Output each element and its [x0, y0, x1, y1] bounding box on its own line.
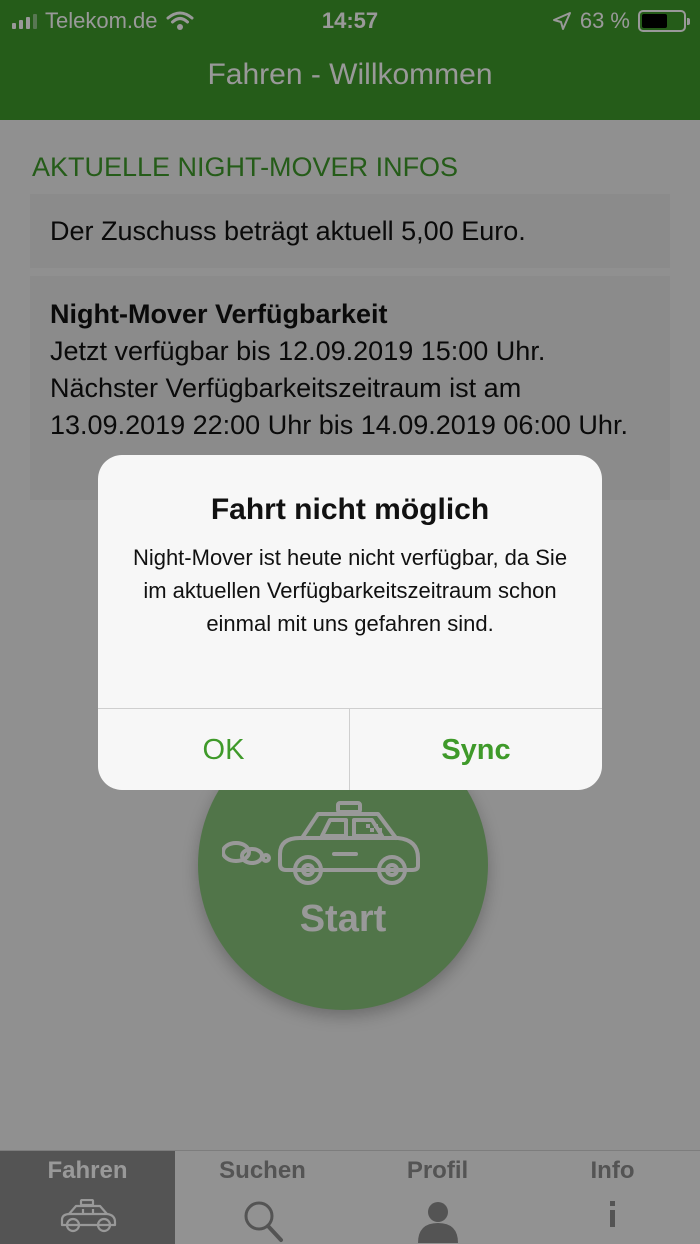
alert-message: Night-Mover ist heute nicht verfügbar, d… [132, 545, 568, 636]
alert-buttons: OK Sync [98, 708, 602, 790]
ok-button[interactable]: OK [98, 709, 350, 790]
sync-button[interactable]: Sync [350, 709, 602, 790]
alert-dialog: Fahrt nicht möglich Night-Mover ist heut… [98, 455, 602, 790]
alert-title: Fahrt nicht möglich [210, 493, 490, 526]
